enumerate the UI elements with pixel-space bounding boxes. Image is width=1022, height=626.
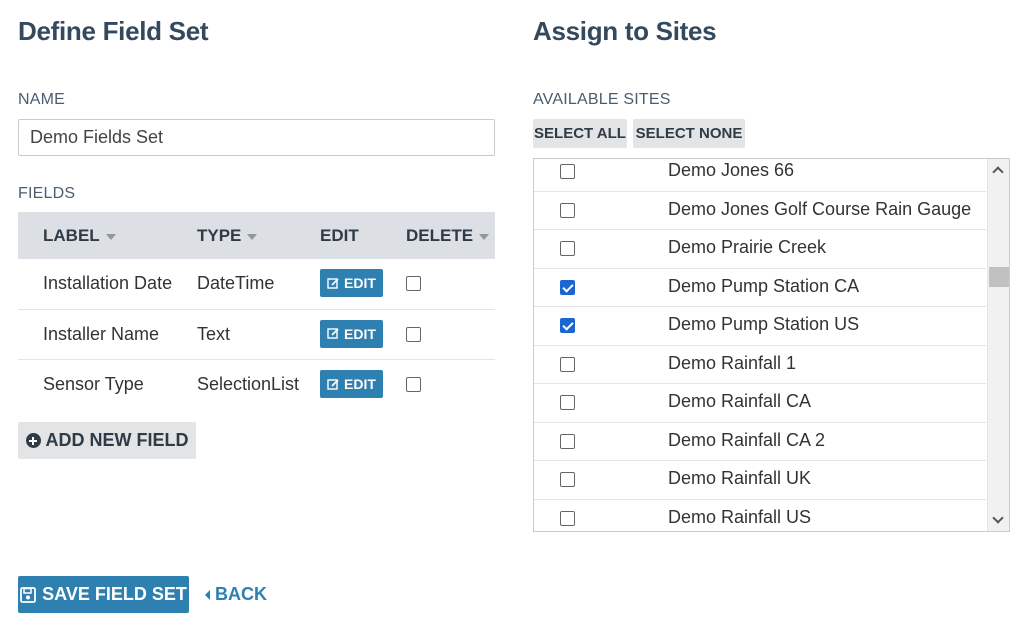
list-item[interactable]: Demo Pump Station CA bbox=[534, 269, 986, 307]
list-item[interactable]: Demo Rainfall UK bbox=[534, 461, 986, 500]
floppy-disk-icon bbox=[20, 586, 37, 603]
delete-checkbox[interactable] bbox=[406, 377, 421, 392]
site-name: Demo Rainfall 1 bbox=[668, 352, 797, 373]
caret-left-icon bbox=[205, 589, 210, 600]
available-sites-label: AVAILABLE SITES bbox=[533, 91, 671, 108]
plus-circle-icon bbox=[25, 433, 41, 448]
edit-button[interactable]: EDIT bbox=[320, 269, 383, 297]
site-checkbox[interactable] bbox=[560, 510, 575, 526]
chevron-down-icon[interactable] bbox=[992, 512, 1004, 524]
fields-table: LABEL TYPE EDIT DELETE Installation Date… bbox=[18, 212, 495, 411]
site-checkbox[interactable] bbox=[560, 356, 575, 372]
site-checkbox[interactable] bbox=[560, 395, 575, 410]
site-name: Demo Prairie Creek bbox=[668, 237, 827, 257]
assign-to-sites-title: Assign to Sites bbox=[533, 16, 717, 46]
table-row: Installer Name Text EDIT bbox=[18, 310, 495, 360]
save-field-set-button[interactable]: SAVE FIELD SET bbox=[18, 576, 189, 613]
sort-down-icon bbox=[479, 233, 490, 240]
list-item[interactable]: Demo Rainfall CA 2 bbox=[534, 423, 986, 461]
site-name: Demo Rainfall CA bbox=[668, 391, 812, 411]
edit-icon bbox=[327, 277, 339, 289]
scrollbar[interactable] bbox=[987, 159, 1009, 531]
column-header-edit: EDIT bbox=[320, 226, 359, 245]
sites-list: Demo Jones 66 Demo Jones Golf Course Rain… bbox=[534, 159, 986, 532]
column-header-delete[interactable]: DELETE bbox=[406, 212, 490, 259]
site-name: Demo Rainfall CA 2 bbox=[668, 429, 826, 450]
site-checkbox[interactable] bbox=[560, 279, 575, 295]
select-none-button[interactable]: SELECT NONE bbox=[633, 119, 745, 148]
list-item[interactable]: Demo Rainfall CA bbox=[534, 384, 986, 423]
column-header-type[interactable]: TYPE bbox=[197, 212, 258, 259]
field-label: Sensor Type bbox=[43, 374, 144, 394]
name-input[interactable] bbox=[18, 119, 495, 156]
field-type: DateTime bbox=[197, 273, 275, 293]
delete-checkbox[interactable] bbox=[406, 326, 421, 342]
site-name: Demo Jones 66 bbox=[668, 160, 795, 180]
site-checkbox[interactable] bbox=[560, 164, 575, 179]
list-item[interactable]: Demo Jones Golf Course Rain Gauge bbox=[534, 192, 986, 230]
site-checkbox[interactable] bbox=[560, 472, 575, 487]
sort-down-icon bbox=[247, 233, 258, 240]
name-label: NAME bbox=[18, 91, 66, 108]
column-header-label[interactable]: LABEL bbox=[43, 212, 116, 259]
fields-label: FIELDS bbox=[18, 185, 76, 202]
site-name: Demo Pump Station CA bbox=[668, 275, 860, 296]
list-item[interactable]: Demo Rainfall US bbox=[534, 500, 986, 532]
field-label: Installation Date bbox=[43, 273, 173, 293]
site-checkbox[interactable] bbox=[560, 241, 575, 256]
table-header: LABEL TYPE EDIT DELETE bbox=[18, 212, 495, 259]
sites-list-box: Demo Jones 66 Demo Jones Golf Course Rain… bbox=[533, 158, 1010, 532]
field-label: Installer Name bbox=[43, 323, 160, 344]
field-type: SelectionList bbox=[197, 374, 300, 394]
back-link[interactable]: BACK bbox=[205, 576, 267, 613]
edit-button[interactable]: EDIT bbox=[320, 319, 383, 348]
select-all-button[interactable]: SELECT ALL bbox=[533, 119, 627, 148]
edit-icon bbox=[327, 378, 339, 390]
field-type: Text bbox=[197, 323, 231, 344]
list-item[interactable]: Demo Prairie Creek bbox=[534, 230, 986, 269]
scrollbar-thumb[interactable] bbox=[989, 267, 1009, 287]
edit-icon bbox=[327, 328, 339, 339]
list-item[interactable]: Demo Jones 66 bbox=[534, 159, 986, 192]
list-item[interactable]: Demo Pump Station US bbox=[534, 307, 986, 346]
delete-checkbox[interactable] bbox=[406, 276, 421, 291]
chevron-up-icon[interactable] bbox=[992, 166, 1004, 178]
site-checkbox[interactable] bbox=[560, 202, 575, 218]
site-name: Demo Pump Station US bbox=[668, 314, 860, 334]
add-new-field-button[interactable]: ADD NEW FIELD bbox=[18, 422, 196, 459]
site-name: Demo Rainfall US bbox=[668, 506, 812, 527]
table-row: Sensor Type SelectionList EDIT bbox=[18, 360, 495, 411]
site-checkbox[interactable] bbox=[560, 318, 575, 333]
site-name: Demo Rainfall UK bbox=[668, 468, 812, 488]
table-row: Installation Date DateTime EDIT bbox=[18, 259, 495, 310]
define-field-set-title: Define Field Set bbox=[18, 16, 209, 46]
list-item[interactable]: Demo Rainfall 1 bbox=[534, 346, 986, 384]
edit-button[interactable]: EDIT bbox=[320, 370, 383, 398]
site-checkbox[interactable] bbox=[560, 433, 575, 449]
site-name: Demo Jones Golf Course Rain Gauge bbox=[668, 198, 972, 219]
sort-down-icon bbox=[105, 233, 116, 240]
